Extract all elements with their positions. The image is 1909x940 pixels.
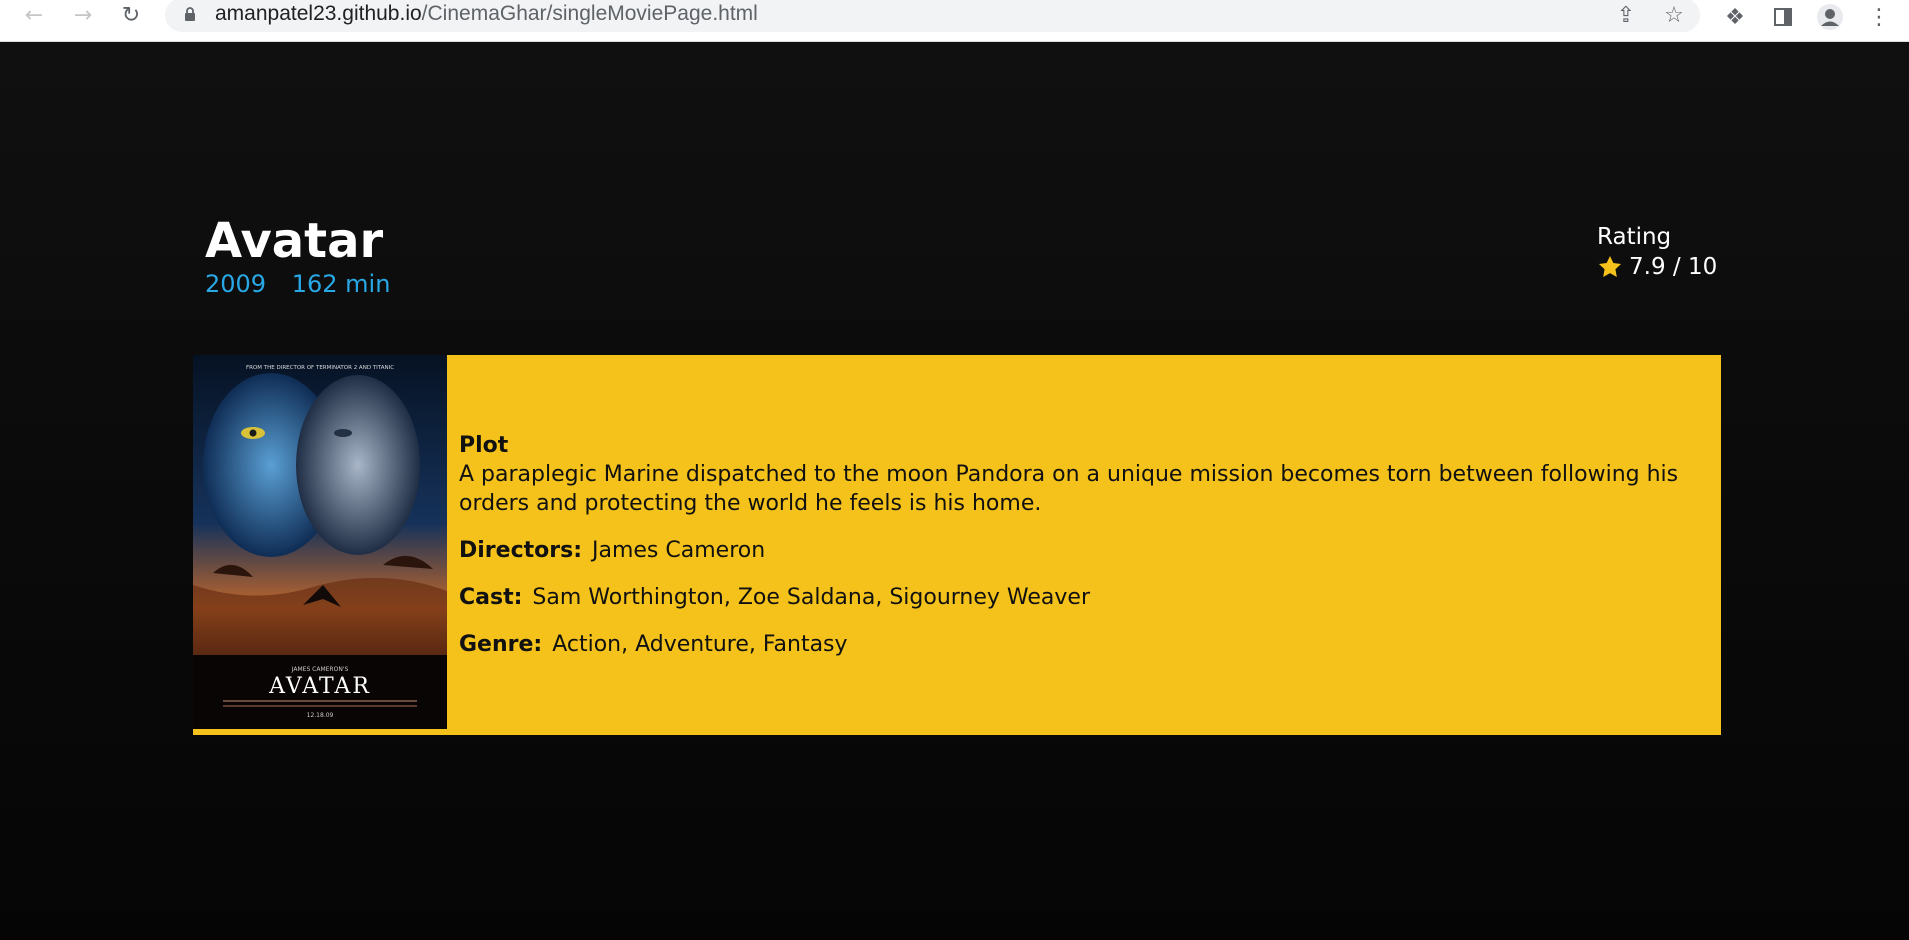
plot-heading: Plot [459, 433, 509, 458]
rating-value: 7.9 / 10 [1629, 254, 1718, 280]
directors-value: James Cameron [592, 538, 766, 563]
side-panel-icon[interactable] [1768, 2, 1798, 32]
poster-tagline: FROM THE DIRECTOR OF TERMINATOR 2 AND TI… [246, 365, 394, 371]
extensions-icon[interactable]: ❖ [1720, 2, 1750, 32]
bookmark-star-icon[interactable]: ☆ [1661, 2, 1687, 28]
cast-label: Cast: [459, 585, 523, 610]
poster-credit: JAMES CAMERON'S [291, 666, 349, 673]
movie-details: Plot A paraplegic Marine dispatched to t… [459, 431, 1721, 659]
address-bar[interactable]: amanpatel23.github.io/CinemaGhar/singleM… [165, 0, 1700, 32]
url-path: /CinemaGhar/singleMoviePage.html [421, 2, 758, 25]
forward-icon[interactable]: → [63, 0, 103, 30]
side-panel-glyph [1774, 8, 1792, 26]
directors-row: Directors: James Cameron [459, 536, 1721, 565]
genre-label: Genre: [459, 632, 543, 657]
movie-meta: 2009 162 min [205, 270, 408, 298]
url-text[interactable]: amanpatel23.github.io/CinemaGhar/singleM… [215, 2, 758, 26]
movie-title: Avatar [205, 213, 384, 269]
lock-icon[interactable] [183, 7, 197, 21]
back-icon[interactable]: ← [14, 0, 54, 30]
poster-date: 12.18.09 [307, 712, 334, 719]
browser-toolbar: ← → ↻ amanpatel23.github.io/CinemaGhar/s… [0, 0, 1909, 42]
profile-icon[interactable] [1815, 2, 1845, 32]
rating-label: Rating [1597, 224, 1672, 250]
rating-block: Rating 7.9 / 10 [1597, 224, 1717, 280]
profile-avatar-glyph [1817, 4, 1843, 30]
cast-row: Cast: Sam Worthington, Zoe Saldana, Sigou… [459, 583, 1721, 612]
movie-year: 2009 [205, 270, 267, 298]
rating-value-row: 7.9 / 10 [1597, 254, 1717, 280]
movie-runtime: 162 min [291, 270, 391, 298]
url-host: amanpatel23.github.io [215, 2, 422, 25]
movie-poster: FROM THE DIRECTOR OF TERMINATOR 2 AND TI… [193, 355, 447, 729]
directors-label: Directors: [459, 538, 582, 563]
genre-value: Action, Adventure, Fantasy [552, 632, 848, 657]
poster-title: AVATAR [268, 674, 371, 699]
cast-value: Sam Worthington, Zoe Saldana, Sigourney … [532, 585, 1091, 610]
poster-artwork: FROM THE DIRECTOR OF TERMINATOR 2 AND TI… [193, 355, 447, 729]
genre-row: Genre: Action, Adventure, Fantasy [459, 630, 1721, 659]
reload-icon[interactable]: ↻ [111, 0, 151, 30]
menu-icon[interactable]: ⋮ [1864, 2, 1894, 32]
star-icon [1598, 255, 1622, 277]
share-icon[interactable]: ⇪ [1613, 2, 1639, 28]
plot-text: A paraplegic Marine dispatched to the mo… [459, 462, 1679, 516]
movie-details-card: FROM THE DIRECTOR OF TERMINATOR 2 AND TI… [193, 355, 1721, 735]
